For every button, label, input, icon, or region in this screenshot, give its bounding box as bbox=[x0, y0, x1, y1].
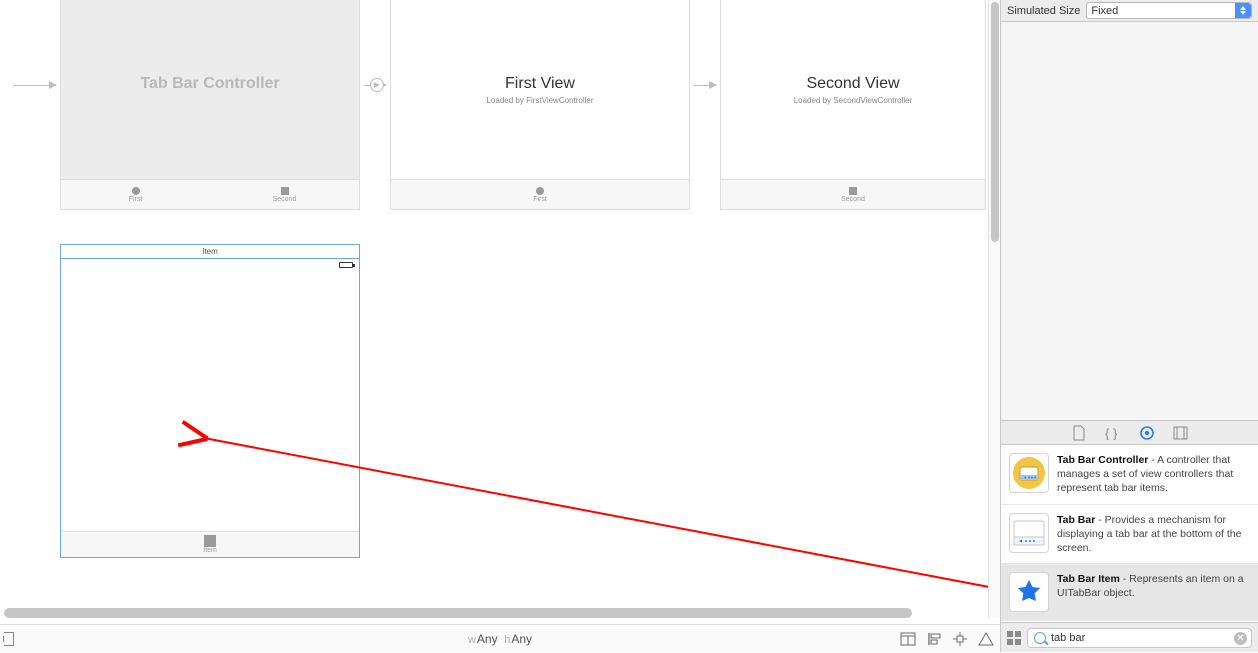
circle-icon bbox=[536, 187, 544, 195]
select-value: Fixed bbox=[1091, 5, 1118, 17]
horizontal-scrollbar[interactable] bbox=[4, 608, 912, 618]
battery-icon bbox=[339, 262, 353, 268]
align-icon[interactable] bbox=[926, 631, 942, 647]
layout-buttons bbox=[900, 625, 994, 653]
w-prefix: w bbox=[468, 634, 476, 646]
relationship-segue-icon[interactable] bbox=[370, 78, 384, 92]
grid-view-icon[interactable] bbox=[1007, 631, 1021, 645]
canvas-bottom-bar: wAny hAny bbox=[0, 624, 1000, 652]
search-icon bbox=[1034, 632, 1046, 644]
h-prefix: h bbox=[504, 634, 510, 646]
library-item-name: Tab Bar Item bbox=[1057, 573, 1120, 585]
library-item-name: Tab Bar Controller bbox=[1057, 454, 1148, 466]
square-icon bbox=[281, 187, 289, 195]
tab-label: Item bbox=[203, 547, 217, 554]
pin-icon[interactable] bbox=[952, 631, 968, 647]
scrollbar-thumb[interactable] bbox=[4, 608, 912, 618]
inspector-row-simulated-size: Simulated Size Fixed bbox=[1001, 0, 1258, 22]
scene-header[interactable]: Item bbox=[61, 245, 359, 259]
circle-icon bbox=[132, 187, 140, 195]
library-item-text: Tab Bar - Provides a mechanism for displ… bbox=[1057, 513, 1250, 556]
square-icon bbox=[204, 535, 216, 547]
tab-bar-item-icon bbox=[1009, 572, 1049, 612]
scene-title: Second View bbox=[721, 75, 985, 93]
vertical-scrollbar[interactable] bbox=[988, 0, 1000, 618]
resolve-issues-icon[interactable] bbox=[978, 631, 994, 647]
initial-vc-arrow[interactable] bbox=[14, 85, 56, 86]
square-icon bbox=[849, 187, 857, 195]
scene-title: Tab Bar Controller bbox=[61, 75, 359, 93]
code-snippet-library-icon[interactable]: { } bbox=[1105, 425, 1121, 441]
tab-label: Second bbox=[841, 196, 865, 203]
library-item-text: Tab Bar Controller - A controller that m… bbox=[1057, 453, 1250, 496]
svg-text:{ }: { } bbox=[1105, 426, 1118, 440]
tabbar[interactable]: Item bbox=[61, 531, 359, 557]
tab-bar-controller-icon bbox=[1009, 453, 1049, 493]
storyboard-canvas-area: Tab Bar Controller First Second First Vi… bbox=[0, 0, 1000, 652]
tabbar: Second bbox=[721, 179, 985, 209]
tab-item-first[interactable]: First bbox=[500, 180, 580, 209]
scene-subtitle: Loaded by FirstViewController bbox=[391, 96, 689, 105]
object-library-list[interactable]: Tab Bar Controller - A controller that m… bbox=[1001, 445, 1258, 622]
tab-label: First bbox=[533, 196, 547, 203]
clear-search-icon[interactable]: ✕ bbox=[1234, 632, 1247, 645]
scene-tabbar-controller[interactable]: Tab Bar Controller First Second bbox=[60, 0, 360, 210]
simulated-size-select[interactable]: Fixed bbox=[1086, 2, 1252, 19]
library-item-text: Tab Bar Item - Represents an item on a U… bbox=[1057, 572, 1250, 600]
library-search-bar: tab bar ✕ bbox=[1001, 622, 1258, 652]
simulated-size-label: Simulated Size bbox=[1007, 5, 1080, 17]
h-value: Any bbox=[511, 632, 532, 646]
tab-item-second[interactable]: Second bbox=[210, 180, 359, 209]
tabbar: First bbox=[391, 179, 689, 209]
tab-bar-icon bbox=[1009, 513, 1049, 553]
object-library-icon[interactable] bbox=[1139, 425, 1155, 441]
select-stepper-icon bbox=[1235, 3, 1251, 18]
inspector-empty-area bbox=[1001, 22, 1258, 421]
scene-subtitle: Loaded by SecondViewController bbox=[721, 96, 985, 105]
library-item-tab-bar[interactable]: Tab Bar - Provides a mechanism for displ… bbox=[1001, 505, 1258, 565]
stack-icon[interactable] bbox=[900, 631, 916, 647]
library-item-tab-bar-controller[interactable]: Tab Bar Controller - A controller that m… bbox=[1001, 445, 1258, 505]
tab-item-first[interactable]: First bbox=[61, 180, 210, 209]
search-value: tab bar bbox=[1051, 632, 1085, 644]
segue-arrow[interactable] bbox=[694, 85, 716, 86]
library-item-tab-bar-item[interactable]: Tab Bar Item - Represents an item on a U… bbox=[1001, 564, 1258, 621]
tab-label: First bbox=[129, 196, 143, 203]
size-class-selector[interactable]: wAny hAny bbox=[0, 632, 1000, 646]
canvas[interactable]: Tab Bar Controller First Second First Vi… bbox=[0, 0, 1000, 618]
library-search-input[interactable]: tab bar ✕ bbox=[1027, 628, 1252, 648]
tab-label: Second bbox=[273, 196, 297, 203]
status-bar bbox=[61, 259, 359, 273]
tabbar: First Second bbox=[61, 179, 359, 209]
scrollbar-thumb[interactable] bbox=[991, 2, 999, 242]
tab-item-second[interactable]: Second bbox=[813, 180, 893, 209]
file-template-library-icon[interactable] bbox=[1071, 425, 1087, 441]
library-item-name: Tab Bar bbox=[1057, 514, 1095, 526]
scene-title: First View bbox=[391, 75, 689, 93]
w-value: Any bbox=[477, 632, 498, 646]
media-library-icon[interactable] bbox=[1173, 425, 1189, 441]
library-tab-bar: { } bbox=[1001, 421, 1258, 445]
scene-first-view[interactable]: First View Loaded by FirstViewController… bbox=[390, 0, 690, 210]
scene-item[interactable]: Item Item bbox=[60, 244, 360, 558]
utilities-panel: Simulated Size Fixed { } Tab Bar Control… bbox=[1000, 0, 1258, 652]
scene-second-view[interactable]: Second View Loaded by SecondViewControll… bbox=[720, 0, 986, 210]
